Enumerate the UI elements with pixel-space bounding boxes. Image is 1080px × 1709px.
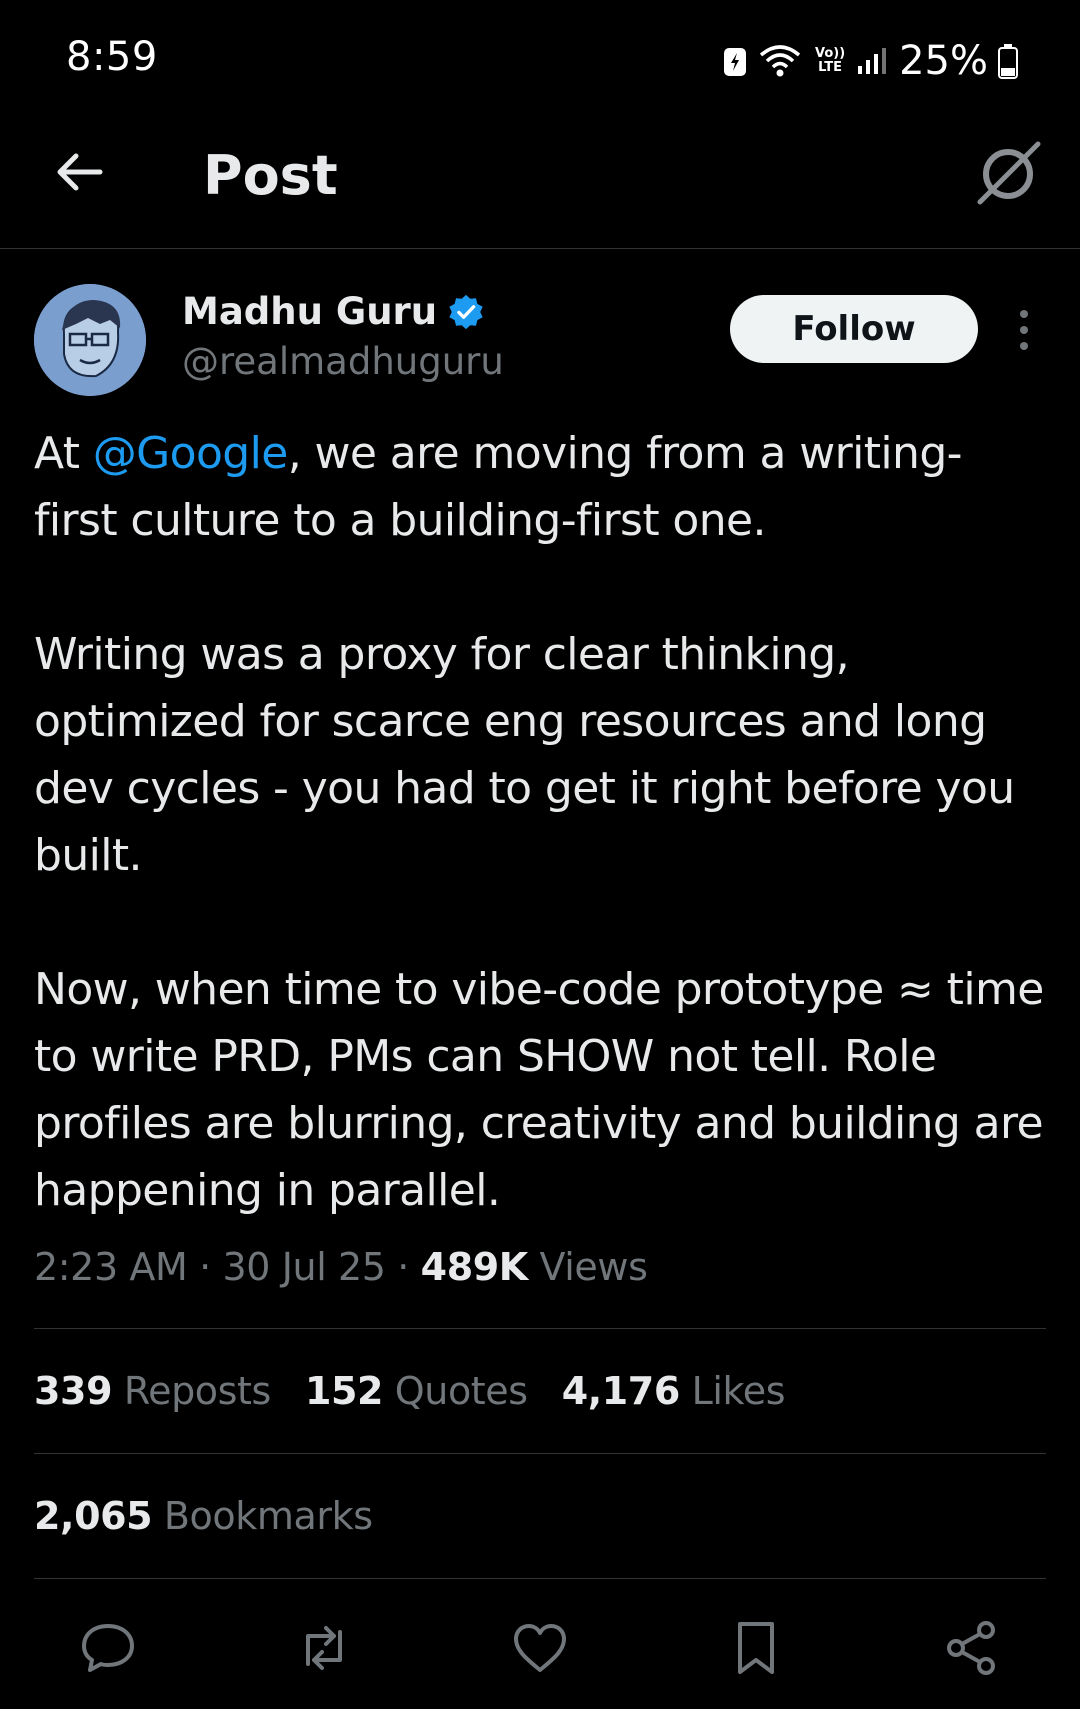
quotes-stat[interactable]: 152 Quotes [305,1369,528,1413]
status-bar: 8:59 Vo)) LTE 25% [0,0,1080,120]
reply-icon[interactable] [78,1618,138,1678]
battery-saver-icon [724,48,747,76]
divider [34,1453,1046,1454]
more-options-icon[interactable] [1010,306,1038,354]
post-text: At @Google, we are moving from a writing… [34,420,1044,1224]
post-paragraph-1: At @Google, we are moving from a writing… [34,428,963,546]
arrow-left-icon[interactable] [52,144,108,200]
author-name-text: Madhu Guru [182,290,438,333]
wifi-icon [759,45,801,77]
status-icons: Vo)) LTE 25% [723,36,1018,86]
engagement-stats: 339 Reposts 152 Quotes 4,176 Likes [34,1369,786,1413]
volte-icon: Vo)) LTE [815,46,846,75]
reposts-stat[interactable]: 339 Reposts [34,1369,271,1413]
repost-icon[interactable] [294,1618,354,1678]
post-paragraph-2: Writing was a proxy for clear thinking, … [34,629,1015,881]
verified-badge-icon [449,294,483,329]
bookmarks-stat[interactable]: 2,065 Bookmarks [34,1494,373,1538]
author-handle[interactable]: @realmadhuguru [182,340,504,383]
avatar[interactable] [34,284,146,396]
views-label: Views [539,1245,648,1289]
post-paragraph-3: Now, when time to vibe-code prototype ≈ … [34,964,1044,1216]
post-meta: 2:23 AM · 30 Jul 25 · 489K Views [34,1245,648,1289]
battery-percent: 25% [899,38,988,84]
follow-button[interactable]: Follow [730,295,978,363]
signal-icon [858,48,887,74]
avatar-illustration [34,284,146,396]
grok-icon[interactable] [972,136,1044,208]
top-nav-bar: Post [0,120,1080,249]
divider [34,1578,1046,1579]
page-title: Post [203,144,338,207]
mention-link[interactable]: @Google [93,428,289,479]
share-icon[interactable] [942,1618,1002,1678]
like-icon[interactable] [510,1618,570,1678]
likes-stat[interactable]: 4,176 Likes [562,1369,786,1413]
post-time: 2:23 AM [34,1245,188,1289]
views-count: 489K [420,1245,529,1289]
battery-icon [998,44,1018,79]
post-date: 30 Jul 25 [222,1245,386,1289]
divider [34,1328,1046,1329]
bookmark-icon[interactable] [726,1618,786,1678]
author-name[interactable]: Madhu Guru [182,290,485,333]
status-time: 8:59 [66,34,158,80]
